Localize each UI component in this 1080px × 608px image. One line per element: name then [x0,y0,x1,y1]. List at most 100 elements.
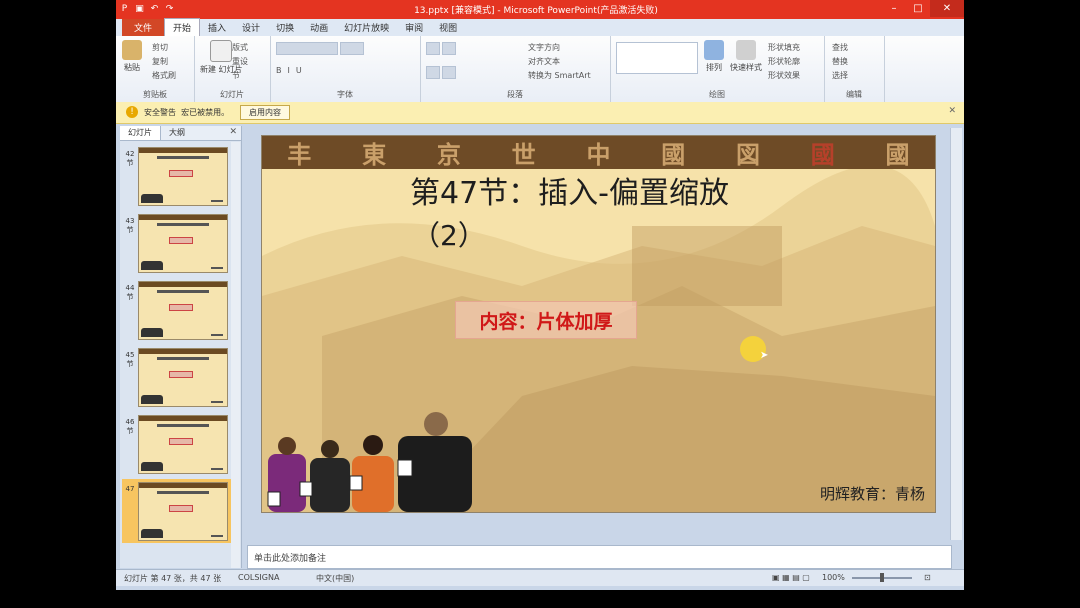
thumbnail-image [138,482,228,541]
maximize-icon[interactable]: □ [906,0,930,17]
replace-button[interactable]: 替换 [832,56,848,67]
group-label: 剪贴板 [143,90,167,99]
tab-slides[interactable]: 幻灯片 [120,126,161,140]
seal-glyph: 京 [436,140,461,169]
tab-outline[interactable]: 大纲 [161,126,193,140]
theme-name: COLSIGNA [238,573,280,582]
slide-scrollbar[interactable] [950,128,962,540]
slide-thumbnail[interactable]: 42 节 [122,144,238,208]
warning-icon: ! [126,106,138,118]
tab-design[interactable]: 设计 [234,19,268,36]
section-button[interactable]: 节 [232,70,240,81]
slide-footer[interactable]: 明辉教育：青杨 [820,483,925,504]
quick-styles-icon [736,40,756,60]
paste-icon [122,40,142,60]
group-label: 字体 [337,90,353,99]
tab-slideshow[interactable]: 幻灯片放映 [336,19,397,36]
font-size-select[interactable] [340,42,364,55]
content-label[interactable]: 内容：片体加厚 [455,301,637,339]
group-label: 绘图 [709,90,725,99]
slide-thumbnail[interactable]: 46 节 [122,412,238,476]
pane-scrollbar[interactable] [231,142,240,568]
fit-window-icon[interactable]: ⊡ [924,573,931,582]
powerpoint-window: P ▣ ↶ ↷ 13.pptx [兼容模式] - Microsoft Power… [116,0,964,590]
bullets-icon[interactable] [426,42,440,55]
title-bar: P ▣ ↶ ↷ 13.pptx [兼容模式] - Microsoft Power… [116,0,964,19]
enable-content-button[interactable]: 启用内容 [240,105,290,120]
arrange-button[interactable]: 排列 [704,40,724,73]
smartart-button[interactable]: 转换为 SmartArt [528,70,591,81]
save-icon[interactable]: ▣ [133,2,146,15]
close-icon[interactable]: ✕ [948,106,956,116]
group-label: 幻灯片 [220,90,244,99]
tab-review[interactable]: 审阅 [397,19,431,36]
quick-styles-button[interactable]: 快速样式 [730,40,762,73]
seal-glyph: 國 [661,140,686,169]
slide-thumbnail[interactable]: 45 节 [122,345,238,409]
redo-icon[interactable]: ↷ [163,2,176,15]
thumbnail-image [138,348,228,407]
ribbon-tabs: 文件 开始 插入 设计 切换 动画 幻灯片放映 审阅 视图 [116,18,964,36]
layout-button[interactable]: 版式 [232,42,248,53]
tab-insert[interactable]: 插入 [200,19,234,36]
paste-button[interactable]: 粘贴 [122,40,142,73]
group-clipboard: 粘贴 剪切 复制 格式刷 剪贴板 [116,36,195,102]
shape-effects-button[interactable]: 形状效果 [768,70,800,81]
undo-icon[interactable]: ↶ [148,2,161,15]
notes-pane[interactable]: 单击此处添加备注 [247,545,952,569]
security-warning-bar: ! 安全警告 宏已被禁用。 启用内容 ✕ [116,102,964,124]
window-title: 13.pptx [兼容模式] - Microsoft PowerPoint(产品… [414,6,658,16]
tab-file[interactable]: 文件 [122,19,165,36]
group-label: 段落 [507,90,523,99]
seal-glyph: 世 [511,140,536,169]
align-left-icon[interactable] [426,66,440,79]
format-painter-button[interactable]: 格式刷 [152,70,176,81]
zoom-slider-thumb[interactable] [880,573,884,582]
shape-fill-button[interactable]: 形状填充 [768,42,800,53]
status-bar: 幻灯片 第 47 张，共 47 张 COLSIGNA 中文(中国) ▣ ▦ ▤ … [116,569,964,586]
group-font: BIU 字体 [270,36,421,102]
shapes-gallery[interactable] [616,42,698,74]
align-text-button[interactable]: 对齐文本 [528,56,560,67]
seal-band: 丰 東 京 世 中 國 図 國 國 [262,136,935,169]
slide-thumbnail[interactable]: 44 节 [122,278,238,342]
ribbon: 粘贴 剪切 复制 格式刷 剪贴板 新建 幻灯片 版式 重设 节 幻灯片 BIU … [116,36,964,103]
slide-title[interactable]: 第47节：插入-偏置缩放 [410,176,729,212]
arrange-icon [704,40,724,60]
thumbnail-image [138,415,228,474]
close-icon[interactable]: ✕ [229,127,237,137]
reset-button[interactable]: 重设 [232,56,248,67]
cut-button[interactable]: 剪切 [152,42,168,53]
zoom-level[interactable]: 100% [822,573,845,582]
tab-view[interactable]: 视图 [431,19,465,36]
minimize-icon[interactable]: – [882,0,906,17]
tab-transitions[interactable]: 切换 [268,19,302,36]
close-icon[interactable]: ✕ [930,0,964,17]
slide-title-continued[interactable]: （2） [412,214,486,254]
tab-home[interactable]: 开始 [164,18,201,36]
font-style-buttons[interactable]: BIU [276,66,308,75]
shape-outline-button[interactable]: 形状轮廓 [768,56,800,67]
slide-thumbnail-selected[interactable]: 47 [122,479,238,543]
find-button[interactable]: 查找 [832,42,848,53]
font-family-select[interactable] [276,42,338,55]
copy-button[interactable]: 复制 [152,56,168,67]
security-message: 安全警告 宏已被禁用。 [144,108,230,117]
text-direction-button[interactable]: 文字方向 [528,42,560,53]
group-label: 编辑 [846,90,862,99]
tab-animations[interactable]: 动画 [302,19,336,36]
thumbnail-image [138,147,228,206]
app-icon[interactable]: P [118,2,131,15]
language[interactable]: 中文(中国) [316,573,354,584]
view-buttons[interactable]: ▣ ▦ ▤ ▢ [772,573,810,582]
seal-glyph: 國 [810,140,835,169]
group-paragraph: 文字方向 对齐文本 转换为 SmartArt 段落 [420,36,611,102]
slide-canvas[interactable]: 丰 東 京 世 中 國 図 國 國 第47节：插入-偏置缩放 （2） 内容：片体… [261,135,936,513]
align-center-icon[interactable] [442,66,456,79]
select-button[interactable]: 选择 [832,70,848,81]
slide-thumbnail[interactable]: 43 节 [122,211,238,275]
seal-glyph: 東 [362,140,387,169]
numbering-icon[interactable] [442,42,456,55]
pane-tabs: 幻灯片 大纲 ✕ [120,126,241,141]
group-editing: 查找 替换 选择 编辑 [824,36,885,102]
